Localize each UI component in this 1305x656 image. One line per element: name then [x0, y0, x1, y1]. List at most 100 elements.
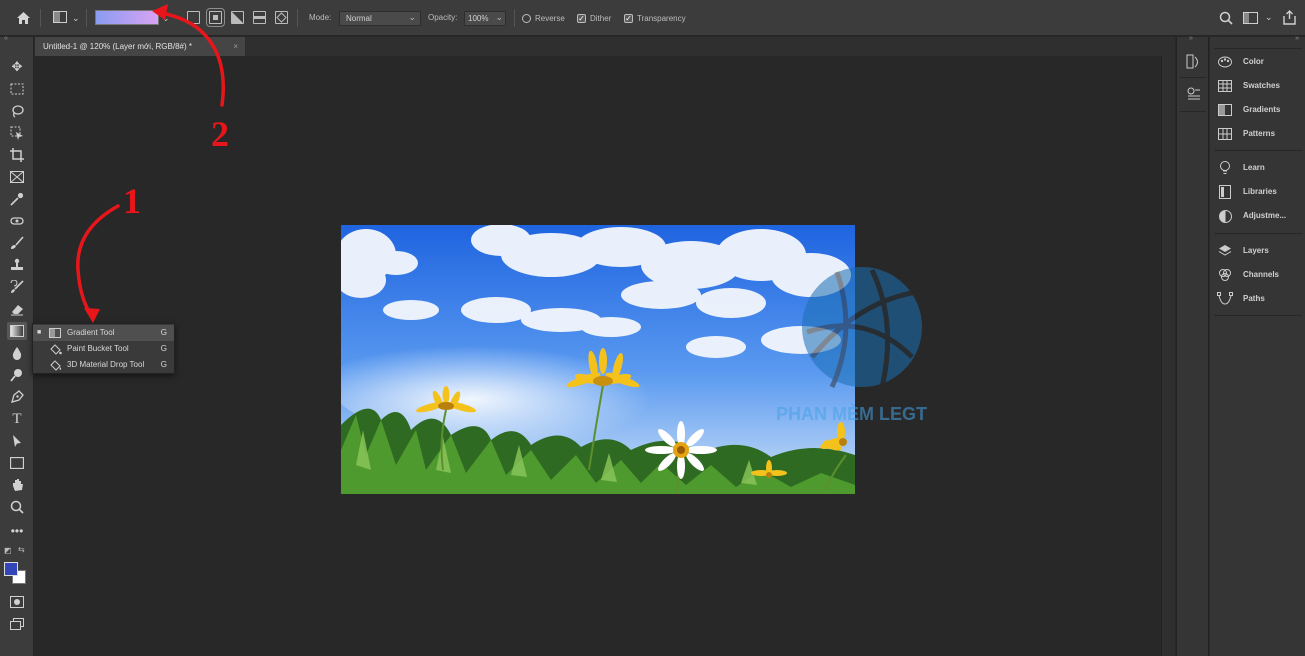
gradient-picker[interactable] — [95, 10, 159, 25]
panel-label: Layers — [1243, 246, 1269, 255]
panel-paths[interactable]: Paths — [1211, 289, 1303, 309]
panel-label: Adjustme... — [1243, 211, 1287, 220]
quick-mask-icon[interactable] — [7, 593, 27, 611]
flyout-label: Gradient Tool — [67, 328, 115, 337]
separator — [514, 9, 515, 27]
chevron-down-icon[interactable]: ⌄ — [72, 11, 80, 25]
panel-label: Swatches — [1243, 81, 1280, 90]
chevron-down-icon: ⌄ — [408, 12, 416, 22]
panel-learn[interactable]: Learn — [1211, 158, 1303, 178]
diamond-gradient-button[interactable] — [275, 11, 288, 24]
panel-icon-strip: » — [1176, 35, 1209, 656]
path-selection-tool-icon[interactable] — [7, 432, 27, 450]
opacity-label: Opacity: — [428, 13, 458, 22]
dither-label: Dither — [590, 14, 612, 23]
gradient-tool-flyout: ■ Gradient Tool G Paint Bucket Tool G 3D… — [32, 323, 175, 374]
watermark-text: PHAN MÈM LEGT — [776, 404, 927, 424]
opacity-field[interactable]: 100% ⌄ — [464, 11, 506, 26]
blur-tool-icon[interactable] — [7, 344, 27, 362]
object-selection-tool-icon[interactable] — [7, 124, 27, 142]
home-icon[interactable] — [16, 11, 31, 27]
panel-label: Color — [1243, 57, 1264, 66]
frame-tool-icon[interactable] — [7, 168, 27, 186]
workspace-icon[interactable] — [1243, 12, 1258, 26]
dodge-tool-icon[interactable] — [7, 366, 27, 384]
rectangle-tool-icon[interactable] — [7, 454, 27, 472]
document-tab[interactable]: Untitled-1 @ 120% (Layer mới, RGB/8#) * … — [35, 37, 245, 56]
panel-swatches[interactable]: Swatches — [1211, 76, 1303, 96]
panel-layers[interactable]: Layers — [1211, 241, 1303, 261]
vertical-scrollbar[interactable] — [1161, 56, 1175, 656]
properties-panel-icon[interactable] — [1186, 86, 1201, 107]
panel-channels[interactable]: Channels — [1211, 265, 1303, 285]
type-tool-icon[interactable]: T — [7, 410, 27, 428]
collapse-arrows-icon[interactable]: » — [1295, 35, 1299, 42]
radial-gradient-button[interactable] — [206, 8, 225, 27]
chevron-down-icon[interactable]: ⌄ — [1265, 10, 1273, 24]
panel-libraries[interactable]: Libraries — [1211, 182, 1303, 202]
swatches-grid-icon — [1217, 76, 1233, 99]
collapse-arrows-icon[interactable]: » — [1189, 35, 1193, 42]
document-tab-title: Untitled-1 @ 120% (Layer mới, RGB/8#) * — [43, 42, 192, 51]
sky-flowers-photo — [341, 225, 855, 494]
paths-icon — [1217, 289, 1233, 312]
reflected-gradient-button[interactable] — [253, 11, 266, 24]
spot-healing-tool-icon[interactable] — [7, 212, 27, 230]
default-colors-icon[interactable]: ◩ — [4, 546, 12, 555]
panel-gradients[interactable]: Gradients — [1211, 100, 1303, 120]
lasso-tool-icon[interactable] — [7, 102, 27, 120]
chevron-down-icon: ⌄ — [495, 12, 503, 22]
zoom-tool-icon[interactable] — [7, 498, 27, 516]
linear-gradient-button[interactable] — [187, 11, 200, 24]
tool-preset-icon[interactable] — [53, 11, 67, 25]
clone-stamp-tool-icon[interactable] — [7, 256, 27, 274]
panel-color[interactable]: Color — [1211, 52, 1303, 72]
gradient-tool-icon[interactable] — [7, 322, 27, 340]
flyout-item-paint-bucket-tool[interactable]: Paint Bucket Tool G — [33, 341, 174, 357]
reverse-checkbox[interactable] — [522, 14, 531, 23]
flyout-label: 3D Material Drop Tool — [67, 360, 145, 369]
marquee-tool-icon[interactable] — [7, 80, 27, 98]
opacity-value: 100% — [468, 14, 489, 23]
separator — [40, 9, 41, 27]
history-panel-icon[interactable] — [1186, 54, 1201, 75]
panel-column: » Color Swatches Gradients Patterns Lear… — [1210, 35, 1305, 656]
angle-gradient-button[interactable] — [231, 11, 244, 24]
swap-colors-icon[interactable]: ⇆ — [18, 545, 25, 554]
eraser-tool-icon[interactable] — [7, 300, 27, 318]
dither-checkbox[interactable]: ✓ — [577, 14, 586, 23]
gradients-icon — [1217, 100, 1233, 123]
document-image[interactable] — [341, 225, 855, 494]
search-icon[interactable] — [1219, 11, 1233, 27]
panel-separator — [1214, 48, 1302, 49]
watermark-globe-logo — [802, 267, 922, 389]
flyout-shortcut: G — [160, 328, 167, 337]
flyout-shortcut: G — [160, 344, 167, 353]
mode-select[interactable]: Normal ⌄ — [339, 11, 421, 26]
screen-mode-icon[interactable] — [7, 615, 27, 633]
collapse-arrows-icon[interactable]: « — [4, 35, 8, 42]
panel-adjustments[interactable]: Adjustme... — [1211, 206, 1303, 226]
flyout-item-gradient-tool[interactable]: ■ Gradient Tool G — [33, 325, 174, 341]
mode-label: Mode: — [309, 13, 332, 22]
more-tools-icon[interactable]: ••• — [7, 522, 27, 540]
panel-patterns[interactable]: Patterns — [1211, 124, 1303, 144]
move-tool-icon[interactable]: ✥ — [7, 58, 27, 76]
share-icon[interactable] — [1283, 10, 1296, 27]
hand-tool-icon[interactable] — [7, 476, 27, 494]
crop-tool-icon[interactable] — [7, 146, 27, 164]
adjustments-icon — [1217, 206, 1233, 230]
flyout-item-3d-material-drop-tool[interactable]: 3D Material Drop Tool G — [33, 357, 174, 373]
history-brush-tool-icon[interactable] — [7, 278, 27, 296]
transparency-checkbox[interactable]: ✓ — [624, 14, 633, 23]
panel-separator — [1214, 150, 1302, 151]
brush-tool-icon[interactable] — [7, 234, 27, 252]
chevron-down-icon[interactable]: ⌄ — [162, 11, 170, 25]
panel-icon-separator — [1180, 77, 1206, 78]
eyedropper-tool-icon[interactable] — [7, 190, 27, 208]
options-bar: ⌄ ⌄ Mode: Normal ⌄ Opacity: 100% ⌄ Rever… — [0, 0, 1305, 36]
foreground-color-swatch[interactable] — [4, 562, 18, 576]
panel-label: Learn — [1243, 163, 1265, 172]
close-icon[interactable]: × — [233, 37, 238, 56]
pen-tool-icon[interactable] — [7, 388, 27, 406]
